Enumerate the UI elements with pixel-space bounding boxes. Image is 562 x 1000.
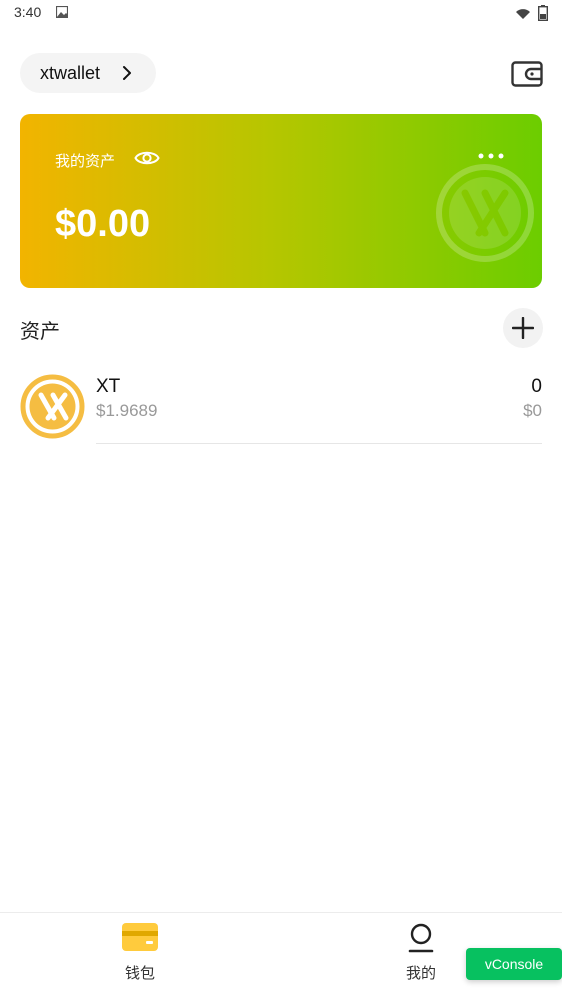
plus-icon [512, 317, 534, 339]
tab-mine[interactable]: 我的 [381, 921, 461, 982]
xt-logo-icon [20, 374, 85, 439]
tab-mine-label: 我的 [405, 965, 436, 982]
status-time: 3:40 [14, 4, 42, 20]
image-icon [56, 6, 68, 18]
tab-wallet-label: 钱包 [124, 965, 155, 982]
assets-section-title: 资产 [20, 321, 60, 343]
wallet-icon[interactable] [511, 61, 543, 87]
chevron-right-icon [123, 66, 131, 80]
row-divider [96, 443, 542, 444]
user-icon [408, 923, 434, 953]
wifi-icon [516, 9, 530, 19]
card-label: 我的资产 [55, 153, 116, 170]
asset-row-xt[interactable]: XT $1.9689 0 $0 [20, 370, 542, 444]
wallet-selector-button[interactable]: xtwallet [20, 53, 156, 93]
wallet-name: xtwallet [40, 62, 101, 83]
total-balance: $0.00 [55, 203, 151, 245]
token-symbol: XT [96, 376, 121, 397]
more-icon[interactable] [477, 152, 505, 160]
token-price: $1.9689 [96, 401, 158, 420]
vconsole-button[interactable]: vConsole [466, 948, 562, 980]
add-asset-button[interactable] [503, 308, 543, 348]
token-value: $0 [523, 401, 542, 420]
battery-icon [538, 5, 548, 21]
xt-logo-icon [436, 164, 534, 262]
token-amount: 0 [531, 376, 542, 397]
wallet-card-icon [122, 923, 158, 951]
tab-wallet[interactable]: 钱包 [100, 921, 180, 982]
status-bar: 3:40 [0, 0, 562, 26]
asset-summary-card: 我的资产 $0.00 [20, 114, 542, 288]
eye-icon[interactable] [134, 148, 160, 168]
